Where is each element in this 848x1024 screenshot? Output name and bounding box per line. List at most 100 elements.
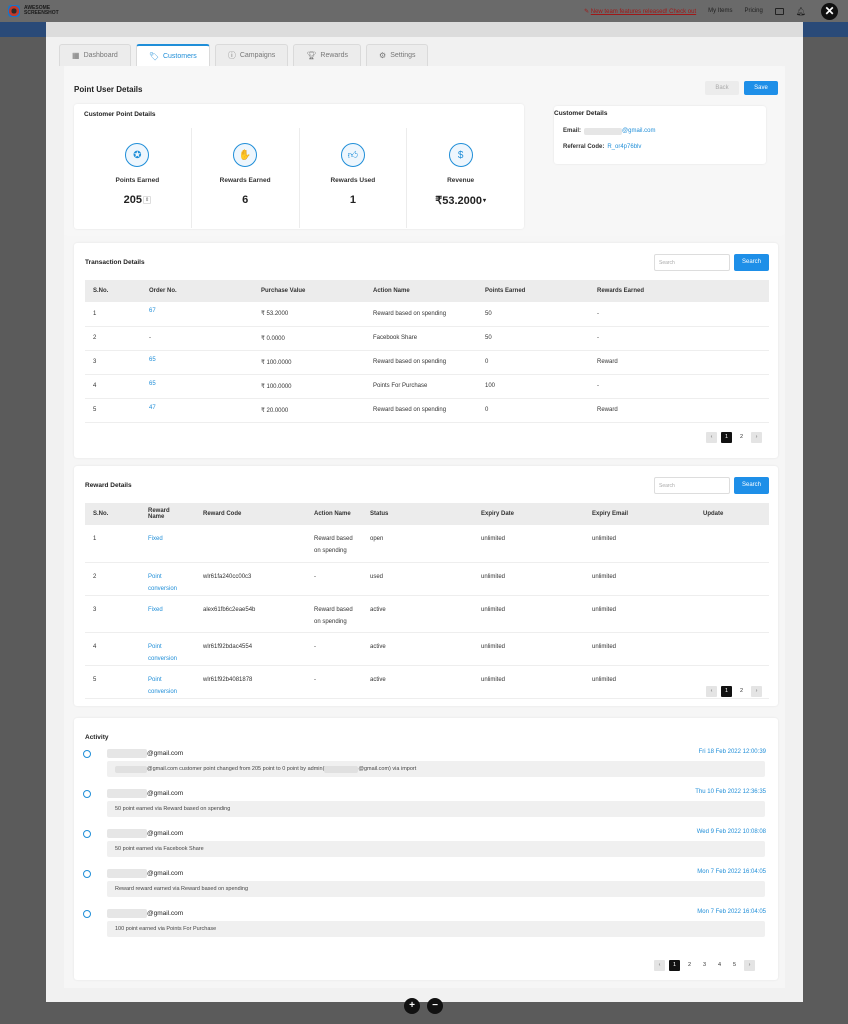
reward-search-button[interactable]: Search (734, 477, 769, 494)
stat-points-earned: ✪ Points Earned 205 ⇕ (84, 128, 192, 228)
page-4-button[interactable]: 4 (714, 960, 725, 971)
table-row: 5 Point conversion wlr61f92b4081878- active… (85, 665, 769, 699)
cell-points-earned: 50 (477, 302, 589, 327)
page-2-button[interactable]: 2 (736, 432, 747, 443)
cell-reward-code (195, 525, 306, 563)
cell-reward-name[interactable]: Fixed (140, 525, 195, 563)
transaction-search-input[interactable]: Search (654, 254, 730, 271)
cell-reward-name[interactable]: Point conversion (140, 665, 195, 699)
tag-icon: 🏷︎ (148, 51, 159, 61)
activity-pagination: ‹ 1 2 3 4 5 › (654, 960, 755, 971)
table-row: 3 Fixed alex61fb6c2eae54b Reward based on s… (85, 595, 769, 633)
pricing-link[interactable]: Pricing (745, 8, 763, 14)
cell-order-no[interactable]: 65 (141, 350, 253, 375)
points-earned-value: 205 (123, 194, 142, 206)
cell-action-name: Reward based on spending (365, 398, 477, 423)
cell-rewards-earned: - (589, 374, 769, 399)
cell-points-earned: 100 (477, 374, 589, 399)
prev-page-button[interactable]: ‹ (706, 686, 717, 697)
cell-reward-name[interactable]: Point conversion (140, 632, 195, 666)
dashboard-icon: ▦ (72, 51, 80, 60)
cell-action-name: Reward based on spending (306, 525, 362, 563)
page-3-button[interactable]: 3 (699, 960, 710, 971)
cell-reward-name[interactable]: Point conversion (140, 562, 195, 596)
tab-rewards[interactable]: 🏆︎ Rewards (293, 44, 362, 66)
customer-point-card: Customer Point Details ✪ Points Earned 2… (74, 104, 524, 229)
cell-update (695, 562, 769, 596)
modal: ▦ Dashboard 🏷︎ Customers ⓘ Campaigns 🏆︎ Rewa… (46, 22, 803, 1002)
save-button[interactable]: Save (744, 81, 778, 95)
activity-message: @gmail.com customer point changed from 2… (107, 761, 765, 777)
page-2-button[interactable]: 2 (684, 960, 695, 971)
table-row: 2 Point conversion wlr61fa240cc00c3- used un… (85, 562, 769, 596)
cell-action-name: Reward based on spending (306, 595, 362, 633)
zoom-in-button[interactable]: + (404, 998, 420, 1014)
info-icon: ⓘ (227, 51, 236, 60)
referral-code: R_or4p76blv (607, 144, 642, 150)
cell-status: used (362, 562, 473, 596)
page-1-button[interactable]: 1 (669, 960, 680, 971)
zoom-out-button[interactable]: − (427, 998, 443, 1014)
tab-campaigns[interactable]: ⓘ Campaigns (214, 44, 289, 66)
reward-search-input[interactable]: Search (654, 477, 730, 494)
activity-timestamp: Wed 9 Feb 2022 10:08:08 (696, 829, 766, 835)
page-5-button[interactable]: 5 (729, 960, 740, 971)
next-page-button[interactable]: › (744, 960, 755, 971)
prev-page-button[interactable]: ‹ (654, 960, 665, 971)
cell-expiry-email: unlimited (584, 632, 695, 666)
cell-expiry-date: unlimited (473, 525, 584, 563)
close-button[interactable]: ✕ (821, 3, 838, 20)
prev-page-button[interactable]: ‹ (706, 432, 717, 443)
cell-s-no: 4 (85, 632, 140, 666)
activity-title: Activity (85, 734, 109, 741)
dollar-icon: $ (448, 143, 473, 167)
cell-purchase-value: ₹ 20.0000 (253, 398, 365, 423)
page-1-button[interactable]: 1 (721, 432, 732, 443)
table-row: 3 65 ₹ 100.0000 Reward based on spending 0 Re… (85, 350, 769, 375)
next-page-button[interactable]: › (751, 432, 762, 443)
revenue-dropdown[interactable]: ₹53.2000 ▾ (435, 194, 486, 207)
activity-message: Reward reward earned via Reward based on… (107, 881, 765, 897)
cell-status: active (362, 632, 473, 666)
cell-action-name: Points For Purchase (365, 374, 477, 399)
cell-reward-name[interactable]: Fixed (140, 595, 195, 633)
transaction-search-button[interactable]: Search (734, 254, 769, 271)
table-row: 5 47 ₹ 20.0000 Reward based on spending 0 Rew… (85, 398, 769, 423)
customer-details-title: Customer Details (554, 110, 608, 117)
timeline-dot-icon (83, 910, 91, 918)
next-page-button[interactable]: › (751, 686, 762, 697)
table-row: 1 67 ₹ 53.2000 Reward based on spending 50- (85, 302, 769, 327)
activity-message: 50 point earned via Reward based on spen… (107, 801, 765, 817)
stats-row: ✪ Points Earned 205 ⇕ ✋ Rewards Earned 6 … (84, 128, 514, 228)
tab-dashboard[interactable]: ▦ Dashboard (59, 44, 131, 66)
bell-icon[interactable]: 🔔︎ (796, 7, 806, 16)
app-logo[interactable]: AWESOME SCREENSHOT (8, 5, 59, 17)
my-items-link[interactable]: My Items (708, 8, 732, 14)
activity-timestamp: Thu 10 Feb 2022 12:36:35 (695, 789, 766, 795)
message-icon[interactable] (774, 7, 784, 15)
cell-s-no: 1 (85, 525, 140, 563)
reward-table: S.No. Reward Name Reward Code Action Nam… (85, 503, 769, 699)
activity-user-email: @gmail.com (147, 870, 184, 877)
customer-email[interactable]: @gmail.com (622, 128, 655, 135)
cell-reward-code: wlr61fa240cc00c3 (195, 562, 306, 596)
caret-down-icon: ▾ (483, 198, 487, 204)
back-button[interactable]: Back (705, 81, 739, 95)
announcement-link[interactable]: ✎ New team features released! Check out (584, 8, 696, 15)
cell-points-earned: 0 (477, 398, 589, 423)
cell-order-no[interactable]: 47 (141, 398, 253, 423)
page-2-button[interactable]: 2 (736, 686, 747, 697)
table-row: 2- ₹ 0.0000 Facebook Share 50- (85, 326, 769, 351)
transaction-title: Transaction Details (85, 259, 145, 266)
tab-settings[interactable]: ⚙ Settings (366, 44, 429, 66)
cell-order-no[interactable]: 65 (141, 374, 253, 399)
tab-customers[interactable]: 🏷︎ Customers (135, 44, 210, 66)
cell-s-no: 5 (85, 665, 140, 699)
cell-purchase-value: ₹ 53.2000 (253, 302, 365, 327)
activity-message: 100 point earned via Points For Purchase (107, 921, 765, 937)
cell-s-no: 4 (85, 374, 141, 399)
cell-order-no[interactable]: 67 (141, 302, 253, 327)
cell-s-no: 2 (85, 562, 140, 596)
page-1-button[interactable]: 1 (721, 686, 732, 697)
points-stepper[interactable]: ⇕ (142, 196, 152, 204)
